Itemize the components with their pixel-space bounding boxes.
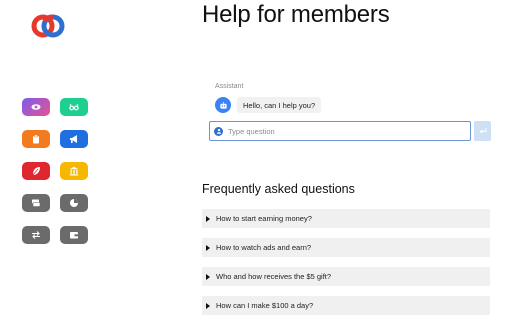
faq-question: Who and how receives the $5 gift?: [216, 272, 332, 281]
caret-right-icon: [206, 273, 210, 280]
assistant-avatar: [215, 97, 231, 113]
faq-question: How to watch ads and earn?: [216, 243, 312, 252]
send-button[interactable]: [474, 121, 491, 141]
sidebar-bank-button[interactable]: [60, 162, 88, 180]
sidebar-glasses-button[interactable]: [60, 98, 88, 116]
faq-item[interactable]: Who and how receives the $5 gift?: [202, 267, 490, 286]
faq-item[interactable]: How can I make $100 a day?: [202, 296, 490, 315]
page-title: Help for members: [202, 1, 390, 28]
robot-icon: [219, 101, 227, 109]
user-icon: [214, 126, 223, 136]
brand-logo[interactable]: [31, 9, 65, 43]
glasses-icon: [69, 103, 79, 111]
pie-chart-icon: [70, 199, 78, 207]
faq-item[interactable]: How to watch ads and earn?: [202, 238, 490, 257]
faq-question: How to start earning money?: [216, 214, 312, 223]
assistant-message: Hello, can I help you?: [237, 97, 322, 113]
faq-question: How can I make $100 a day?: [216, 301, 314, 310]
faq-list: How to start earning money? How to watch…: [202, 209, 490, 325]
sidebar-leaf-button[interactable]: [22, 162, 50, 180]
faq-title: Frequently asked questions: [202, 182, 355, 196]
assistant-label: Assistant: [215, 83, 244, 90]
question-input[interactable]: [228, 126, 458, 136]
stack-icon: [32, 199, 41, 207]
sidebar-megaphone-button[interactable]: [60, 130, 88, 148]
leaf-icon: [32, 167, 40, 176]
send-icon: [479, 128, 486, 134]
sidebar-transfer-button[interactable]: [22, 226, 50, 244]
sidebar-clipboard-button[interactable]: [22, 130, 50, 148]
caret-right-icon: [206, 215, 210, 222]
sidebar-stack-button[interactable]: [22, 194, 50, 212]
faq-item[interactable]: How to start earning money?: [202, 209, 490, 228]
sidebar-grid: [22, 98, 88, 244]
question-input-box[interactable]: [209, 121, 471, 141]
megaphone-icon: [70, 135, 77, 143]
bank-icon: [69, 166, 79, 176]
clipboard-icon: [33, 134, 39, 144]
sidebar-eye-button[interactable]: [22, 98, 50, 116]
wallet-icon: [70, 232, 78, 239]
caret-right-icon: [206, 244, 210, 251]
sidebar-wallet-button[interactable]: [60, 226, 88, 244]
caret-right-icon: [206, 302, 210, 309]
eye-icon: [31, 104, 41, 110]
transfer-icon: [32, 231, 40, 239]
sidebar-chart-button[interactable]: [60, 194, 88, 212]
